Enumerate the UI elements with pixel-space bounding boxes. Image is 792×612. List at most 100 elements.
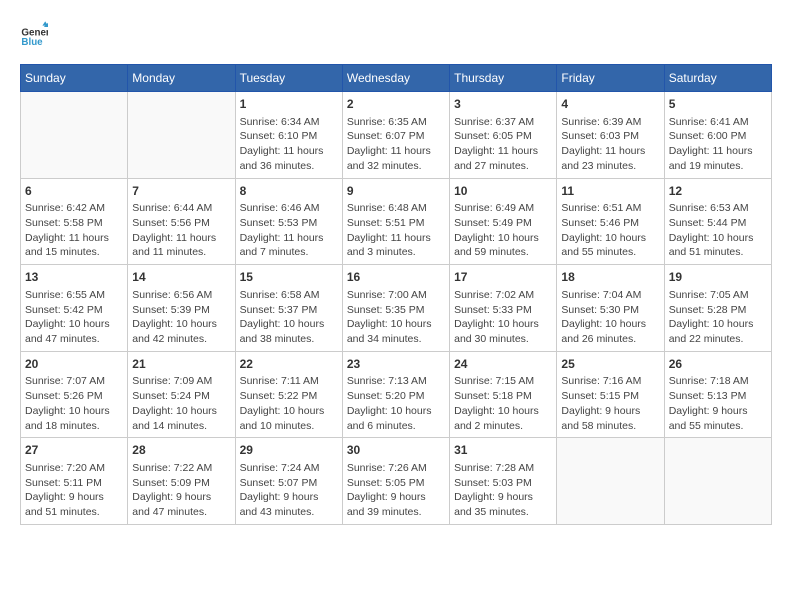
day-number: 25 [561, 356, 659, 373]
day-number: 11 [561, 183, 659, 200]
day-number: 5 [669, 96, 767, 113]
day-info: Sunrise: 7:20 AMSunset: 5:11 PMDaylight:… [25, 461, 123, 520]
day-number: 3 [454, 96, 552, 113]
day-info: Sunrise: 7:00 AMSunset: 5:35 PMDaylight:… [347, 288, 445, 347]
day-cell: 26Sunrise: 7:18 AMSunset: 5:13 PMDayligh… [664, 351, 771, 438]
day-number: 21 [132, 356, 230, 373]
day-header-sunday: Sunday [21, 65, 128, 92]
day-info: Sunrise: 6:58 AMSunset: 5:37 PMDaylight:… [240, 288, 338, 347]
day-number: 22 [240, 356, 338, 373]
day-info: Sunrise: 7:13 AMSunset: 5:20 PMDaylight:… [347, 374, 445, 433]
day-cell: 1 Sunrise: 6:34 AMSunset: 6:10 PMDaylight… [235, 92, 342, 179]
day-info: Sunrise: 6:46 AMSunset: 5:53 PMDaylight:… [240, 201, 338, 260]
day-cell: 17Sunrise: 7:02 AMSunset: 5:33 PMDayligh… [450, 265, 557, 352]
day-cell: 11Sunrise: 6:51 AMSunset: 5:46 PMDayligh… [557, 178, 664, 265]
day-number: 27 [25, 442, 123, 459]
day-info: Sunrise: 7:09 AMSunset: 5:24 PMDaylight:… [132, 374, 230, 433]
day-number: 26 [669, 356, 767, 373]
day-cell: 2 Sunrise: 6:35 AMSunset: 6:07 PMDaylight… [342, 92, 449, 179]
day-number: 1 [240, 96, 338, 113]
day-cell [128, 92, 235, 179]
day-info: Sunrise: 6:34 AMSunset: 6:10 PMDaylight:… [240, 115, 338, 174]
day-number: 13 [25, 269, 123, 286]
day-cell: 6Sunrise: 6:42 AMSunset: 5:58 PMDaylight… [21, 178, 128, 265]
week-row-3: 13 Sunrise: 6:55 AMSunset: 5:42 PMDayligh… [21, 265, 772, 352]
day-info: Sunrise: 7:05 AMSunset: 5:28 PMDaylight:… [669, 288, 767, 347]
day-info: Sunrise: 6:37 AMSunset: 6:05 PMDaylight:… [454, 115, 552, 174]
day-cell [557, 438, 664, 525]
day-cell: 21Sunrise: 7:09 AMSunset: 5:24 PMDayligh… [128, 351, 235, 438]
day-number: 12 [669, 183, 767, 200]
day-info: Sunrise: 6:49 AMSunset: 5:49 PMDaylight:… [454, 201, 552, 260]
day-cell: 20Sunrise: 7:07 AMSunset: 5:26 PMDayligh… [21, 351, 128, 438]
day-number: 19 [669, 269, 767, 286]
day-number: 18 [561, 269, 659, 286]
day-number: 4 [561, 96, 659, 113]
day-info: Sunrise: 6:53 AMSunset: 5:44 PMDaylight:… [669, 201, 767, 260]
day-cell: 5 Sunrise: 6:41 AMSunset: 6:00 PMDaylight… [664, 92, 771, 179]
day-number: 2 [347, 96, 445, 113]
day-info: Sunrise: 6:35 AMSunset: 6:07 PMDaylight:… [347, 115, 445, 174]
day-info: Sunrise: 6:56 AMSunset: 5:39 PMDaylight:… [132, 288, 230, 347]
day-cell: 18Sunrise: 7:04 AMSunset: 5:30 PMDayligh… [557, 265, 664, 352]
day-cell [664, 438, 771, 525]
day-cell: 30 Sunrise: 7:26 AMSunset: 5:05 PMDayligh… [342, 438, 449, 525]
day-number: 24 [454, 356, 552, 373]
day-cell: 27 Sunrise: 7:20 AMSunset: 5:11 PMDayligh… [21, 438, 128, 525]
day-cell: 29 Sunrise: 7:24 AMSunset: 5:07 PMDayligh… [235, 438, 342, 525]
day-cell: 4 Sunrise: 6:39 AMSunset: 6:03 PMDaylight… [557, 92, 664, 179]
day-number: 30 [347, 442, 445, 459]
week-row-2: 6Sunrise: 6:42 AMSunset: 5:58 PMDaylight… [21, 178, 772, 265]
day-info: Sunrise: 6:41 AMSunset: 6:00 PMDaylight:… [669, 115, 767, 174]
day-cell: 22Sunrise: 7:11 AMSunset: 5:22 PMDayligh… [235, 351, 342, 438]
day-cell: 23Sunrise: 7:13 AMSunset: 5:20 PMDayligh… [342, 351, 449, 438]
day-info: Sunrise: 7:02 AMSunset: 5:33 PMDaylight:… [454, 288, 552, 347]
day-number: 28 [132, 442, 230, 459]
day-number: 8 [240, 183, 338, 200]
week-row-1: 1 Sunrise: 6:34 AMSunset: 6:10 PMDaylight… [21, 92, 772, 179]
logo: General Blue [20, 20, 52, 48]
week-row-5: 27 Sunrise: 7:20 AMSunset: 5:11 PMDayligh… [21, 438, 772, 525]
week-row-4: 20Sunrise: 7:07 AMSunset: 5:26 PMDayligh… [21, 351, 772, 438]
day-info: Sunrise: 6:42 AMSunset: 5:58 PMDaylight:… [25, 201, 123, 260]
day-number: 7 [132, 183, 230, 200]
day-info: Sunrise: 7:15 AMSunset: 5:18 PMDaylight:… [454, 374, 552, 433]
day-cell: 16 Sunrise: 7:00 AMSunset: 5:35 PMDayligh… [342, 265, 449, 352]
day-number: 6 [25, 183, 123, 200]
day-number: 23 [347, 356, 445, 373]
day-cell: 9Sunrise: 6:48 AMSunset: 5:51 PMDaylight… [342, 178, 449, 265]
day-number: 16 [347, 269, 445, 286]
day-info: Sunrise: 6:48 AMSunset: 5:51 PMDaylight:… [347, 201, 445, 260]
day-info: Sunrise: 7:11 AMSunset: 5:22 PMDaylight:… [240, 374, 338, 433]
day-cell: 25Sunrise: 7:16 AMSunset: 5:15 PMDayligh… [557, 351, 664, 438]
page-header: General Blue [20, 20, 772, 48]
day-header-saturday: Saturday [664, 65, 771, 92]
day-info: Sunrise: 7:24 AMSunset: 5:07 PMDaylight:… [240, 461, 338, 520]
day-header-friday: Friday [557, 65, 664, 92]
day-info: Sunrise: 6:39 AMSunset: 6:03 PMDaylight:… [561, 115, 659, 174]
day-cell [21, 92, 128, 179]
day-cell: 19 Sunrise: 7:05 AMSunset: 5:28 PMDayligh… [664, 265, 771, 352]
day-info: Sunrise: 7:16 AMSunset: 5:15 PMDaylight:… [561, 374, 659, 433]
day-number: 9 [347, 183, 445, 200]
day-info: Sunrise: 7:07 AMSunset: 5:26 PMDaylight:… [25, 374, 123, 433]
day-number: 14 [132, 269, 230, 286]
day-headers-row: SundayMondayTuesdayWednesdayThursdayFrid… [21, 65, 772, 92]
day-cell: 10Sunrise: 6:49 AMSunset: 5:49 PMDayligh… [450, 178, 557, 265]
day-info: Sunrise: 6:55 AMSunset: 5:42 PMDaylight:… [25, 288, 123, 347]
calendar-table: SundayMondayTuesdayWednesdayThursdayFrid… [20, 64, 772, 525]
day-info: Sunrise: 7:26 AMSunset: 5:05 PMDaylight:… [347, 461, 445, 520]
day-cell: 28 Sunrise: 7:22 AMSunset: 5:09 PMDayligh… [128, 438, 235, 525]
day-cell: 31Sunrise: 7:28 AMSunset: 5:03 PMDayligh… [450, 438, 557, 525]
day-header-thursday: Thursday [450, 65, 557, 92]
day-cell: 14 Sunrise: 6:56 AMSunset: 5:39 PMDayligh… [128, 265, 235, 352]
day-number: 20 [25, 356, 123, 373]
day-header-monday: Monday [128, 65, 235, 92]
day-info: Sunrise: 6:51 AMSunset: 5:46 PMDaylight:… [561, 201, 659, 260]
day-number: 15 [240, 269, 338, 286]
svg-text:Blue: Blue [21, 37, 43, 48]
day-number: 29 [240, 442, 338, 459]
day-info: Sunrise: 7:22 AMSunset: 5:09 PMDaylight:… [132, 461, 230, 520]
day-cell: 15 Sunrise: 6:58 AMSunset: 5:37 PMDayligh… [235, 265, 342, 352]
day-cell: 7Sunrise: 6:44 AMSunset: 5:56 PMDaylight… [128, 178, 235, 265]
